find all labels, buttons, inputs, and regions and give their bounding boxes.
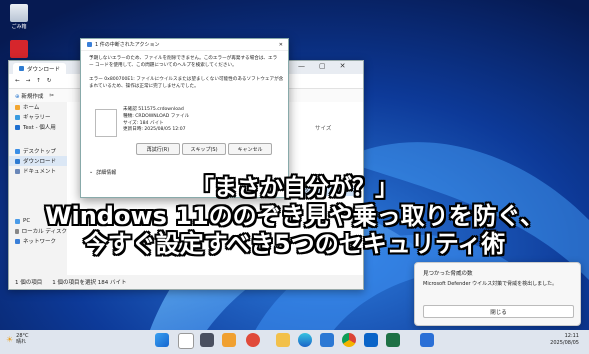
cancel-button[interactable]: キャンセル	[228, 143, 272, 155]
start-icon[interactable]	[155, 333, 169, 347]
download-folder-icon	[19, 66, 24, 71]
maximize-icon[interactable]: ▢	[319, 62, 326, 70]
new-button[interactable]: ⊕ 新規作成	[15, 92, 43, 100]
sidebar-item-gallery[interactable]: ギャラリー	[9, 112, 67, 122]
sidebar-item-desktop[interactable]: デスクトップ	[9, 146, 67, 156]
file-thumbnail-icon	[95, 109, 117, 137]
edge-icon[interactable]	[298, 333, 312, 347]
forward-arrow-icon[interactable]: →	[26, 78, 31, 84]
search-icon[interactable]	[178, 333, 194, 349]
home-icon	[15, 104, 20, 110]
app-icon[interactable]	[246, 333, 260, 347]
dialog-message-1: 予期しないエラーのため、ファイルを削除できません。このエラーが再発する場合は、エ…	[89, 56, 278, 68]
explorer-status-bar: 1 個の項目 1 個の項目を選択 184 バイト	[9, 275, 363, 289]
download-icon	[15, 158, 20, 164]
explorer-tab[interactable]: ダウンロード	[13, 63, 67, 74]
widgets-icon[interactable]	[222, 333, 236, 347]
notification-title: 見つかった脅威の数	[423, 271, 473, 277]
pdf-app-icon[interactable]	[2, 40, 36, 59]
refresh-icon[interactable]: ↻	[47, 78, 52, 84]
dialog-message-2: エラー 0x800700E1: ファイルにウイルスまたは望ましくない可能性のある…	[89, 77, 284, 89]
minimize-icon[interactable]: —	[298, 62, 305, 70]
store-icon[interactable]	[320, 333, 334, 347]
retry-button[interactable]: 再試行(R)	[136, 143, 180, 155]
recycle-bin-icon[interactable]: ごみ箱	[2, 4, 36, 30]
back-arrow-icon[interactable]: ←	[15, 78, 20, 84]
file-explorer-icon[interactable]	[276, 333, 290, 347]
up-arrow-icon[interactable]: ↑	[36, 78, 41, 84]
weather-icon: ☀	[6, 334, 14, 344]
dialog-file-info: 未確認 511575.crdownload 種類: CRDOWNLOAD ファイ…	[123, 107, 190, 133]
desktop-icon	[15, 148, 20, 154]
dialog-titlebar: 1 件の中断されたアクション ✕	[81, 39, 288, 51]
chrome-icon[interactable]	[342, 333, 356, 347]
outlook-icon[interactable]	[364, 333, 378, 347]
task-view-icon[interactable]	[200, 333, 214, 347]
headline-line-3: 今すぐ設定すべき5つのセキュリティ術	[83, 230, 506, 258]
column-header-size[interactable]: サイズ	[315, 124, 331, 132]
defender-notification: 見つかった脅威の数 Microsoft Defender ウイルス対策で脅威を検…	[414, 262, 581, 326]
close-icon[interactable]: ✕	[340, 62, 346, 70]
plus-icon: ⊕	[15, 93, 20, 100]
excel-icon[interactable]	[386, 333, 400, 347]
skip-button[interactable]: スキップ(S)	[182, 143, 226, 155]
window-controls: — ▢ ✕	[298, 62, 346, 70]
sidebar-item-home[interactable]: ホーム	[9, 102, 67, 112]
defender-icon[interactable]	[420, 333, 434, 347]
dialog-close-icon[interactable]: ✕	[279, 42, 283, 48]
folder-icon	[87, 42, 92, 47]
notification-body: Microsoft Defender ウイルス対策で脅威を検出しました。	[423, 281, 558, 287]
sidebar-item-downloads[interactable]: ダウンロード	[9, 156, 67, 166]
cloud-icon	[15, 124, 20, 130]
cut-icon[interactable]: ✂	[49, 93, 54, 99]
gallery-icon	[15, 114, 20, 120]
weather-widget[interactable]: ☀ 28°C 晴れ	[6, 333, 29, 345]
notification-close-button[interactable]: 閉じる	[423, 305, 574, 318]
taskbar: ☀ 28°C 晴れ 12:11 2025/08/05	[0, 330, 589, 354]
clock[interactable]: 12:11 2025/08/05	[550, 333, 579, 347]
sidebar-item-onedrive[interactable]: Test - 個人用	[9, 122, 67, 132]
